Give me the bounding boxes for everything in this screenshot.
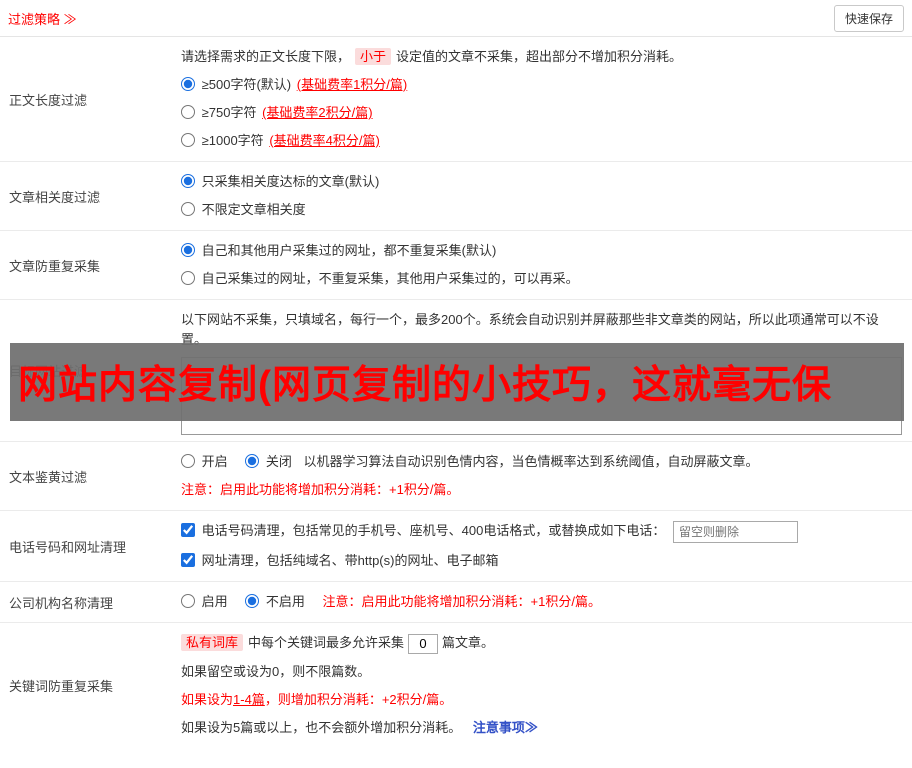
row-label-company-clean: 公司机构名称清理	[9, 595, 114, 611]
radio-750-label: ≥750字符	[201, 105, 257, 120]
intro-text-post: 设定值的文章不采集，超出部分不增加积分消耗。	[396, 49, 683, 64]
radio-company-on[interactable]: 启用	[181, 594, 231, 609]
keyword-note-five: 如果设为5篇或以上，也不会额外增加积分消耗。 注意事项≫	[181, 719, 538, 735]
radio-company-off-input[interactable]	[245, 594, 260, 608]
radio-500-fee: (基础费率1积分/篇)	[296, 77, 408, 92]
intro-text-pre: 请选择需求的正文长度下限，	[181, 49, 351, 64]
section-keyword-dedup: 关键词防重复采集 私有词库中每个关键词最多允许采集 篇文章。 如果留空或设为0，则…	[0, 623, 912, 748]
checkbox-url-clean-label: 网址清理，包括纯域名、带http(s)的网址、电子邮箱	[201, 553, 499, 568]
radio-porn-on-input[interactable]	[181, 454, 195, 468]
radio-company-off-label: 不启用	[265, 594, 305, 609]
row-label-relevance: 文章相关度过滤	[9, 189, 101, 205]
radio-porn-off[interactable]: 关闭	[245, 454, 295, 469]
quick-save-button[interactable]: 快速保存	[833, 4, 904, 32]
body-length-intro: 请选择需求的正文长度下限， 小于 设定值的文章不采集，超出部分不增加积分消耗。	[181, 43, 902, 71]
radio-relevance-any[interactable]: 不限定文章相关度	[181, 196, 902, 224]
radio-option-1000[interactable]: ≥1000字符 (基础费率4积分/篇)	[181, 127, 902, 155]
radio-500-label: ≥500字符(默认)	[201, 77, 292, 92]
watermark-text: 网站内容复制(网页复制的小技巧，这就毫无保	[18, 364, 832, 407]
radio-relevance-any-input[interactable]	[181, 202, 195, 216]
keyword-limit-mid: 中每个关键词最多允许采集	[248, 635, 405, 650]
section-body-length-filter: 正文长度过滤 请选择需求的正文长度下限， 小于 设定值的文章不采集，超出部分不增加积…	[0, 37, 912, 162]
checkbox-url-clean[interactable]: 网址清理，包括纯域名、带http(s)的网址、电子邮箱	[181, 547, 902, 575]
radio-dedup-self-input[interactable]	[181, 271, 195, 285]
company-clean-note: 注意：启用此功能将增加积分消耗：+1积分/篇。	[322, 594, 601, 609]
highlight-private-thesaurus: 私有词库	[181, 634, 244, 651]
porn-filter-note: 注意：启用此功能将增加积分消耗：+1积分/篇。	[181, 482, 460, 497]
radio-company-on-label: 启用	[201, 594, 228, 609]
radio-relevance-any-label: 不限定文章相关度	[201, 202, 306, 217]
keyword-note-cost: 如果设为1-4篇，则增加积分消耗：+2积分/篇。	[181, 691, 453, 707]
radio-1000-label: ≥1000字符	[201, 133, 264, 148]
radio-relevance-strict-input[interactable]	[181, 174, 195, 188]
row-label-phone-url: 电话号码和网址清理	[9, 539, 127, 555]
radio-relevance-strict[interactable]: 只采集相关度达标的文章(默认)	[181, 168, 902, 196]
radio-option-750[interactable]: ≥750字符 (基础费率2积分/篇)	[181, 99, 902, 127]
highlight-less-than: 小于	[355, 48, 392, 65]
section-relevance-filter: 文章相关度过滤 只采集相关度达标的文章(默认) 不限定文章相关度	[0, 162, 912, 231]
section-company-clean: 公司机构名称清理 启用 不启用 注意：启用此功能将增加积分消耗：+1积分/篇。	[0, 582, 912, 623]
porn-filter-desc: 以机器学习算法自动识别色情内容，当色情概率达到系统阈值，自动屏蔽文章。	[303, 454, 759, 469]
section-dedup-filter: 文章防重复采集 自己和其他用户采集过的网址，都不重复采集(默认) 自己采集过的网…	[0, 231, 912, 300]
radio-option-500[interactable]: ≥500字符(默认) (基础费率1积分/篇)	[181, 71, 902, 99]
radio-750-input[interactable]	[181, 105, 195, 119]
watermark-overlay: 网站内容复制(网页复制的小技巧，这就毫无保	[10, 343, 904, 421]
section-porn-filter: 文本鉴黄过滤 开启 关闭 以机器学习算法自动识别色情内容，当色情概率达到系统阈值…	[0, 442, 912, 511]
radio-dedup-self-label: 自己采集过的网址，不重复采集，其他用户采集过的，可以再采。	[201, 271, 579, 286]
radio-dedup-global-input[interactable]	[181, 243, 195, 257]
page-title[interactable]: 过滤策略 ≫	[8, 9, 77, 28]
radio-relevance-strict-label: 只采集相关度达标的文章(默认)	[201, 174, 380, 189]
radio-porn-on-label: 开启	[201, 454, 228, 469]
radio-dedup-global-label: 自己和其他用户采集过的网址，都不重复采集(默认)	[201, 243, 497, 258]
keyword-limit-input[interactable]	[408, 633, 439, 654]
radio-porn-off-input[interactable]	[245, 454, 260, 468]
checkbox-phone-clean-input[interactable]	[181, 523, 195, 538]
notes-link[interactable]: 注意事项≫	[473, 720, 538, 735]
row-label-dedup: 文章防重复采集	[9, 258, 101, 274]
keyword-limit-post: 篇文章。	[442, 635, 495, 650]
radio-porn-off-label: 关闭	[265, 454, 292, 469]
section-phone-url-clean: 电话号码和网址清理 电话号码清理，包括常见的手机号、座机号、400电话格式，或替…	[0, 511, 912, 582]
checkbox-phone-clean[interactable]: 电话号码清理，包括常见的手机号、座机号、400电话格式，或替换成如下电话：	[181, 523, 669, 538]
topbar: 过滤策略 ≫ 快速保存	[0, 0, 912, 37]
row-label-porn-filter: 文本鉴黄过滤	[9, 469, 88, 485]
checkbox-url-clean-input[interactable]	[181, 553, 195, 567]
checkbox-phone-clean-label: 电话号码清理，包括常见的手机号、座机号、400电话格式，或替换成如下电话：	[201, 523, 666, 539]
keyword-limit-line: 私有词库中每个关键词最多允许采集 篇文章。	[181, 629, 902, 658]
radio-750-fee: (基础费率2积分/篇)	[262, 105, 373, 120]
radio-company-on-input[interactable]	[181, 594, 195, 608]
row-label-body-length: 正文长度过滤	[9, 92, 88, 108]
radio-dedup-global[interactable]: 自己和其他用户采集过的网址，都不重复采集(默认)	[181, 237, 902, 265]
radio-500-input[interactable]	[181, 77, 195, 91]
radio-company-off[interactable]: 不启用	[245, 594, 308, 609]
radio-1000-input[interactable]	[181, 133, 195, 147]
keyword-note-zero: 如果留空或设为0，则不限篇数。	[181, 663, 371, 679]
radio-1000-fee: (基础费率4积分/篇)	[269, 133, 380, 148]
radio-porn-on[interactable]: 开启	[181, 454, 231, 469]
radio-dedup-self[interactable]: 自己采集过的网址，不重复采集，其他用户采集过的，可以再采。	[181, 265, 902, 293]
replacement-phone-input[interactable]	[672, 521, 798, 543]
row-label-keyword-dedup: 关键词防重复采集	[9, 678, 114, 694]
